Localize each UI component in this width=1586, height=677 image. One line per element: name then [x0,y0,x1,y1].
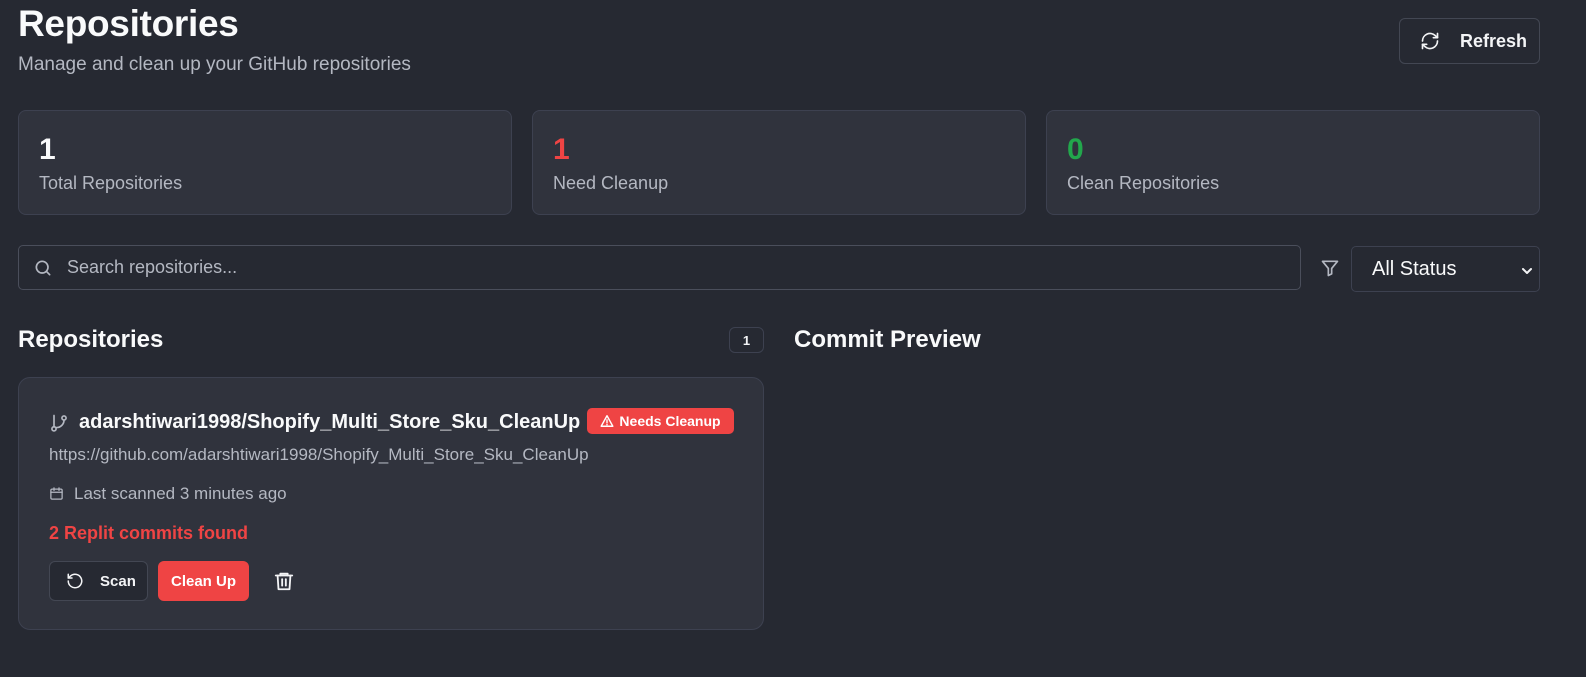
repository-card[interactable]: adarshtiwari1998/Shopify_Multi_Store_Sku… [18,377,764,630]
commit-preview-title: Commit Preview [794,326,981,353]
repositories-page: Repositories Manage and clean up your Gi… [0,0,1586,677]
calendar-icon [50,487,63,500]
stat-total-value: 1 [39,133,56,166]
repository-url[interactable]: https://github.com/adarshtiwari1998/Shop… [49,445,589,465]
refresh-icon [1421,32,1439,50]
stat-need-cleanup-value: 1 [553,133,570,166]
status-badge-label: Needs Cleanup [619,413,721,429]
chevron-down-icon [1522,268,1532,274]
git-branch-icon [51,414,67,432]
stat-clean-value: 0 [1067,133,1084,166]
repositories-count-badge: 1 [729,327,764,353]
stat-total-label: Total Repositories [39,173,183,193]
search-box [18,245,1301,290]
alert-triangle-icon [600,415,614,427]
refresh-button-label: Refresh [1460,30,1528,51]
delete-button[interactable] [273,570,295,592]
status-filter-value: All Status [1372,257,1457,280]
page-title: Repositories [18,3,239,44]
status-filter-select[interactable]: All Status [1351,246,1540,292]
status-badge: Needs Cleanup [587,408,734,434]
stat-clean-label: Clean Repositories [1067,173,1220,193]
repositories-section-title: Repositories [18,326,164,353]
last-scanned-text: Last scanned 3 minutes ago [74,484,287,503]
repository-name: adarshtiwari1998/Shopify_Multi_Store_Sku… [79,411,581,433]
stat-card-need-cleanup: 1 Need Cleanup [532,110,1026,215]
clean-up-button[interactable]: Clean Up [158,561,249,601]
search-icon [35,260,51,276]
stat-need-cleanup-label: Need Cleanup [553,173,669,193]
refresh-button[interactable]: Refresh [1399,18,1540,64]
rotate-ccw-icon [67,573,83,589]
search-input[interactable] [67,246,1287,289]
stat-card-total: 1 Total Repositories [18,110,512,215]
stat-card-clean: 0 Clean Repositories [1046,110,1540,215]
trash-icon [274,572,294,591]
filter-icon[interactable] [1320,258,1340,278]
page-subtitle: Manage and clean up your GitHub reposito… [18,54,411,75]
scan-button[interactable]: Scan [49,561,148,601]
scan-button-label: Scan [100,572,136,590]
commits-found-text: 2 Replit commits found [49,523,249,543]
